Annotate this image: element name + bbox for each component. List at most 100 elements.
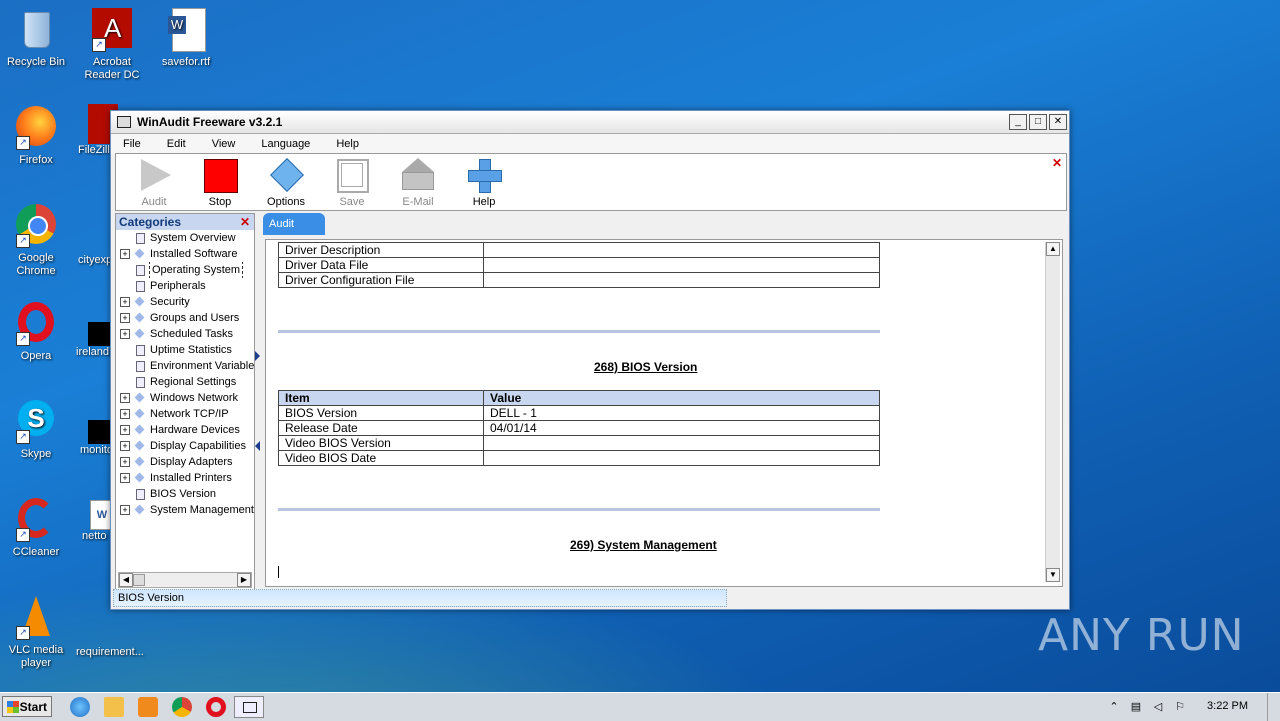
- network-icon[interactable]: ▤: [1130, 701, 1142, 713]
- table-cell: [483, 257, 880, 273]
- save-button[interactable]: Save: [324, 158, 380, 208]
- close-categories-icon[interactable]: ✕: [240, 214, 250, 230]
- menu-language[interactable]: Language: [261, 138, 310, 150]
- table-cell: [483, 242, 880, 258]
- pane-splitter[interactable]: [255, 351, 261, 451]
- stop-icon: [203, 158, 238, 193]
- table-cell: DELL - 1: [483, 405, 880, 421]
- start-button[interactable]: Start: [2, 696, 52, 717]
- table-cell: BIOS Version: [278, 405, 484, 421]
- menu-view[interactable]: View: [212, 138, 236, 150]
- expand-plus-icon[interactable]: +: [120, 505, 130, 515]
- desktop-icon-savefor[interactable]: W savefor.rtf: [148, 8, 224, 69]
- categories-horizontal-scrollbar[interactable]: ◀ ▶: [118, 572, 252, 588]
- category-item[interactable]: + Windows Network: [116, 390, 254, 406]
- expand-plus-icon[interactable]: +: [120, 393, 130, 403]
- table-row: Driver Configuration File: [278, 272, 880, 288]
- category-item[interactable]: + Display Capabilities: [116, 438, 254, 454]
- status-text: BIOS Version: [113, 589, 727, 607]
- expand-plus-icon[interactable]: +: [120, 473, 130, 483]
- category-item[interactable]: + Installed Printers: [116, 470, 254, 486]
- scroll-left-arrow[interactable]: ◀: [119, 573, 133, 587]
- opera-icon[interactable]: [206, 697, 226, 717]
- file-icon: [88, 322, 112, 346]
- maximize-button[interactable]: □: [1029, 114, 1047, 130]
- desktop-icon-requirement[interactable]: requirement...: [76, 646, 156, 658]
- category-item[interactable]: Peripherals: [116, 278, 254, 294]
- stop-button[interactable]: Stop: [192, 158, 248, 208]
- report-vertical-scrollbar[interactable]: ▲ ▼: [1045, 242, 1060, 582]
- winaudit-taskbar-button[interactable]: [234, 696, 264, 718]
- tab-audit[interactable]: Audit: [263, 213, 325, 235]
- expand-plus-icon[interactable]: +: [120, 409, 130, 419]
- desktop-icon-recycle-bin[interactable]: Recycle Bin: [0, 8, 74, 69]
- diamond-node-icon: [134, 424, 145, 435]
- close-button[interactable]: ✕: [1049, 114, 1067, 130]
- table-row: Video BIOS Version: [278, 435, 880, 451]
- category-label: Security: [150, 296, 190, 308]
- scroll-thumb[interactable]: [133, 574, 145, 586]
- category-item[interactable]: Uptime Statistics: [116, 342, 254, 358]
- expand-plus-icon[interactable]: +: [120, 249, 130, 259]
- category-item[interactable]: + Security: [116, 294, 254, 310]
- menu-file[interactable]: File: [123, 138, 141, 150]
- scroll-down-arrow[interactable]: ▼: [1046, 568, 1060, 582]
- category-item[interactable]: + Installed Software: [116, 246, 254, 262]
- category-item[interactable]: + Hardware Devices: [116, 422, 254, 438]
- category-item[interactable]: + Scheduled Tasks: [116, 326, 254, 342]
- desktop-icon-opera[interactable]: ↗ Opera: [0, 302, 74, 363]
- expand-plus-icon[interactable]: +: [120, 425, 130, 435]
- volume-icon[interactable]: ◁: [1152, 701, 1164, 713]
- expand-plus-icon[interactable]: +: [120, 313, 130, 323]
- scroll-right-arrow[interactable]: ▶: [237, 573, 251, 587]
- action-center-flag-icon[interactable]: ⚐: [1174, 701, 1186, 713]
- expand-plus-icon[interactable]: +: [120, 457, 130, 467]
- title-bar[interactable]: WinAudit Freeware v3.2.1 _ □ ✕: [111, 111, 1069, 134]
- category-label: Installed Printers: [150, 472, 232, 484]
- category-item[interactable]: BIOS Version: [116, 486, 254, 502]
- expand-plus-icon[interactable]: +: [120, 297, 130, 307]
- internet-explorer-icon[interactable]: [70, 697, 90, 717]
- category-item[interactable]: Environment Variables: [116, 358, 254, 374]
- diamond-node-icon: [134, 312, 145, 323]
- toolbar-close-icon[interactable]: ✕: [1052, 156, 1062, 170]
- show-hidden-icons-icon[interactable]: ⌃: [1108, 701, 1120, 713]
- desktop-icon-acrobat[interactable]: A ↗ Acrobat Reader DC: [74, 8, 150, 82]
- show-desktop-button[interactable]: [1267, 693, 1280, 721]
- media-player-icon[interactable]: [138, 697, 158, 717]
- category-item[interactable]: System Overview: [116, 230, 254, 246]
- diamond-node-icon: [134, 456, 145, 467]
- desktop-icon-chrome[interactable]: ↗ Google Chrome: [0, 204, 74, 278]
- document-node-icon: [136, 377, 145, 388]
- clock[interactable]: 3:22 PM: [1207, 700, 1248, 712]
- menu-help[interactable]: Help: [336, 138, 359, 150]
- document-node-icon: [136, 265, 145, 276]
- file-explorer-icon[interactable]: [104, 697, 124, 717]
- expand-plus-icon[interactable]: +: [120, 441, 130, 451]
- category-item[interactable]: + Network TCP/IP: [116, 406, 254, 422]
- ccleaner-icon: ↗: [14, 498, 58, 542]
- category-label: Windows Network: [150, 392, 239, 404]
- category-item[interactable]: Operating System: [116, 262, 254, 278]
- email-button[interactable]: E-Mail: [390, 158, 446, 208]
- category-item[interactable]: + System Management: [116, 502, 254, 518]
- category-item[interactable]: + Groups and Users: [116, 310, 254, 326]
- desktop-icon-ccleaner[interactable]: ↗ CCleaner: [0, 498, 74, 559]
- minimize-button[interactable]: _: [1009, 114, 1027, 130]
- expand-plus-icon[interactable]: +: [120, 329, 130, 339]
- audit-button[interactable]: Audit: [126, 158, 182, 208]
- chrome-icon: ↗: [14, 204, 58, 248]
- desktop-icon-firefox[interactable]: ↗ Firefox: [0, 106, 74, 167]
- help-button[interactable]: Help: [456, 158, 512, 208]
- options-button[interactable]: Options: [258, 158, 314, 208]
- category-item[interactable]: + Display Adapters: [116, 454, 254, 470]
- categories-tree: System Overview + Installed Software Operat…: [116, 230, 254, 518]
- table-row: Video BIOS Date: [278, 450, 880, 466]
- diamond-node-icon: [134, 440, 145, 451]
- desktop-icon-skype[interactable]: S ↗ Skype: [0, 400, 74, 461]
- category-item[interactable]: Regional Settings: [116, 374, 254, 390]
- menu-edit[interactable]: Edit: [167, 138, 186, 150]
- scroll-up-arrow[interactable]: ▲: [1046, 242, 1060, 256]
- desktop-icon-vlc[interactable]: ↗ VLC media player: [0, 596, 74, 670]
- chrome-icon[interactable]: [172, 697, 192, 717]
